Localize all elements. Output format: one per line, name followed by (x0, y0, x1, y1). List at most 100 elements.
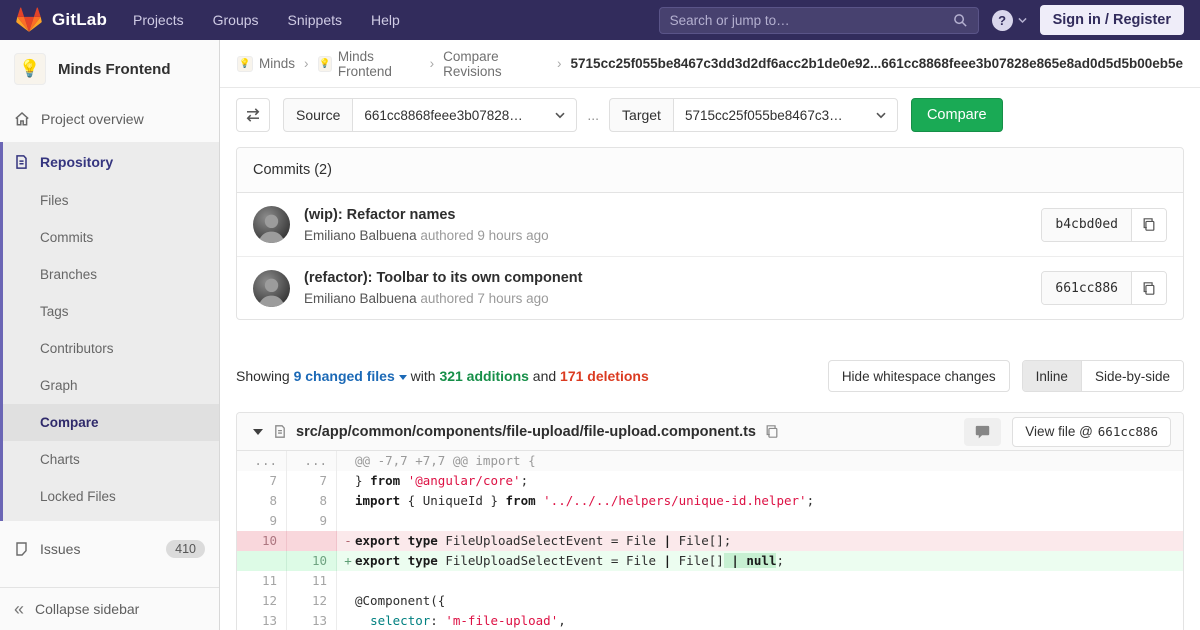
help-icon[interactable]: ? (991, 9, 1013, 31)
commit-sha[interactable]: 661cc886 (1042, 272, 1132, 304)
brand-name: GitLab (52, 10, 108, 29)
diff-line-number-new[interactable]: 7 (287, 471, 337, 491)
diff-line-number-new[interactable]: 8 (287, 491, 337, 511)
project-header[interactable]: 💡 Minds Frontend (0, 40, 219, 100)
sidebar-item-label: Repository (40, 154, 114, 170)
compare-button[interactable]: Compare (910, 98, 1003, 132)
sidebar-item-project-overview[interactable]: Project overview (0, 100, 219, 137)
diff-line-number-new[interactable]: 11 (287, 571, 337, 591)
commit-title-link[interactable]: (wip): Refactor names (304, 207, 549, 223)
view-mode-toggle: Inline Side-by-side (1021, 360, 1184, 392)
code-token: '../../../helpers/unique-id.helper' (543, 493, 807, 508)
diff-line-marker (341, 451, 355, 471)
diff-line: 11 11 (237, 571, 1183, 591)
issues-count-badge: 410 (166, 539, 205, 558)
help-menu[interactable]: ? (991, 9, 1027, 31)
sidebar-item-charts[interactable]: Charts (3, 441, 219, 478)
changed-files-dropdown[interactable]: 9 changed files (294, 368, 407, 384)
commit-authored-time: authored 7 hours ago (420, 291, 549, 306)
code-token: export (355, 533, 401, 548)
breadcrumb-avatar: 💡 (237, 55, 253, 72)
diff-line-number-new[interactable]: 12 (287, 591, 337, 611)
code-token: File[] (671, 553, 724, 568)
toggle-comments-button[interactable] (964, 417, 1002, 446)
breadcrumb-separator: › (429, 56, 435, 71)
diff-line-number-old[interactable]: 12 (237, 591, 287, 611)
diff-line: 10 - export type FileUploadSelectEvent = F… (237, 531, 1183, 551)
breadcrumb-link-minds[interactable]: 💡 Minds (237, 55, 295, 72)
copy-sha-button[interactable] (1132, 272, 1166, 304)
commit-title-link[interactable]: (refactor): Toolbar to its own component (304, 270, 582, 286)
swap-revisions-button[interactable] (236, 98, 270, 132)
collapse-diff-icon[interactable] (253, 428, 263, 435)
copy-sha-button[interactable] (1132, 208, 1166, 241)
sidebar-item-files[interactable]: Files (3, 182, 219, 219)
commit-author-link[interactable]: Emiliano Balbuena (304, 291, 417, 306)
diff-line-number-old[interactable] (237, 551, 287, 571)
compare-dots: ... (587, 107, 600, 123)
nav-link-help[interactable]: Help (371, 12, 400, 28)
home-icon (15, 111, 29, 125)
sidebar-item-repository[interactable]: Repository (3, 142, 219, 182)
diff-line: 13 13 selector: 'm-file-upload', (237, 611, 1183, 630)
diff-line-number-old[interactable]: 11 (237, 571, 287, 591)
sidebar-item-issues[interactable]: Issues 410 (0, 530, 219, 567)
nav-link-snippets[interactable]: Snippets (288, 12, 342, 28)
caret-down-icon (398, 374, 407, 380)
sidebar-item-tags[interactable]: Tags (3, 293, 219, 330)
search-input[interactable] (669, 12, 953, 28)
project-sidebar: 💡 Minds Frontend Project overview Reposi… (0, 40, 220, 630)
target-group: Target 5715cc25f055be8467c3… (609, 98, 898, 132)
code-token: | (663, 533, 672, 548)
sidebar-item-graph[interactable]: Graph (3, 367, 219, 404)
sign-in-register-button[interactable]: Sign in / Register (1039, 5, 1184, 35)
diff-line-number-old[interactable]: 7 (237, 471, 287, 491)
breadcrumb-avatar: 💡 (317, 55, 332, 72)
target-ref-value: 5715cc25f055be8467c3… (684, 107, 843, 123)
commit-author-link[interactable]: Emiliano Balbuena (304, 228, 417, 243)
sidebar-item-branches[interactable]: Branches (3, 256, 219, 293)
breadcrumb-link-minds-frontend[interactable]: 💡 Minds Frontend (317, 49, 421, 79)
view-file-button[interactable]: View file @ 661cc886 (1012, 416, 1171, 447)
diff-line-number-new[interactable]: 10 (287, 551, 337, 571)
diff-line-number-old[interactable]: ... (237, 451, 287, 471)
source-ref-dropdown[interactable]: 661cc8868feee3b07828… (352, 98, 578, 132)
sidebar-item-commits[interactable]: Commits (3, 219, 219, 256)
diff-file-path[interactable]: src/app/common/components/file-upload/fi… (296, 424, 756, 440)
target-ref-dropdown[interactable]: 5715cc25f055be8467c3… (672, 98, 898, 132)
diff-line-number-new[interactable]: ... (287, 451, 337, 471)
nav-link-projects[interactable]: Projects (133, 12, 184, 28)
sidebar-item-contributors[interactable]: Contributors (3, 330, 219, 367)
sidebar-item-locked-files[interactable]: Locked Files (3, 478, 219, 515)
code-token: selector (370, 613, 431, 628)
diff-line-marker (341, 571, 355, 591)
diff-line-number-new[interactable]: 13 (287, 611, 337, 630)
collapse-sidebar-button[interactable]: « Collapse sidebar (0, 587, 219, 630)
sidebar-item-label: Issues (40, 540, 81, 557)
diff-line-number-new[interactable] (287, 531, 337, 551)
tanuki-icon (16, 7, 42, 32)
commit-sha[interactable]: b4cbd0ed (1042, 208, 1132, 241)
nav-link-groups[interactable]: Groups (213, 12, 259, 28)
additions-count: 321 additions (439, 368, 529, 384)
navbar-right: ? Sign in / Register (658, 5, 1184, 35)
copy-path-icon[interactable] (765, 424, 779, 439)
breadcrumb-link-compare-revisions[interactable]: Compare Revisions (443, 49, 548, 79)
search-icon[interactable] (953, 13, 968, 28)
code-token: type (407, 553, 438, 568)
sidebar-item-compare[interactable]: Compare (3, 404, 219, 441)
diff-line-number-old[interactable]: 8 (237, 491, 287, 511)
inline-view-tab[interactable]: Inline (1022, 361, 1082, 391)
gitlab-logo[interactable]: GitLab (16, 7, 107, 33)
search-box[interactable] (658, 6, 979, 34)
diff-line-number-new[interactable]: 9 (287, 511, 337, 531)
diff-line-number-old[interactable]: 10 (237, 531, 287, 551)
commit-author-avatar[interactable] (253, 269, 290, 307)
diff-line-number-old[interactable]: 13 (237, 611, 287, 630)
side-by-side-view-tab[interactable]: Side-by-side (1081, 361, 1183, 391)
commit-author-avatar[interactable] (253, 206, 290, 243)
diff-line-number-old[interactable]: 9 (237, 511, 287, 531)
hide-whitespace-button[interactable]: Hide whitespace changes (827, 360, 1010, 392)
showing-prefix: Showing (236, 368, 290, 384)
